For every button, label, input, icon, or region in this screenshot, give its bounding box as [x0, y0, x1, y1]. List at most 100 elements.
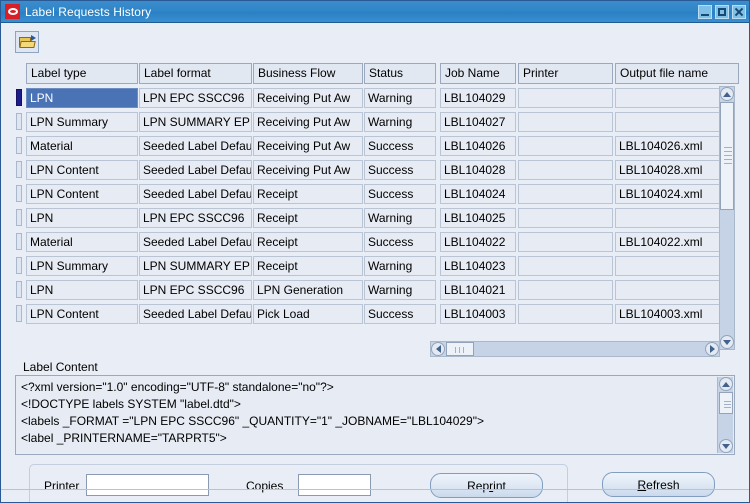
table-row[interactable]: LPN Summary LPN SUMMARY EP Receiving Put A… [15, 110, 735, 134]
cell-job-name[interactable]: LBL104025 [440, 208, 516, 228]
scroll-down-icon[interactable] [720, 335, 734, 349]
cell-label-format[interactable]: Seeded Label Defau [139, 160, 252, 180]
copies-input[interactable] [298, 474, 371, 496]
grid-vscroll-thumb[interactable] [720, 102, 734, 210]
label-content-scrollbar[interactable] [717, 377, 733, 453]
cell-status[interactable]: Success [364, 184, 436, 204]
minimize-icon[interactable] [698, 4, 712, 19]
column-header-printer[interactable]: Printer [518, 63, 613, 84]
cell-job-name[interactable]: LBL104028 [440, 160, 516, 180]
cell-label-format[interactable]: Seeded Label Defau [139, 136, 252, 156]
cell-printer[interactable] [518, 88, 613, 108]
row-selector[interactable] [16, 161, 22, 178]
column-header-output-file-name[interactable]: Output file name [615, 63, 739, 84]
cell-label-type[interactable]: Material [26, 136, 138, 156]
cell-printer[interactable] [518, 136, 613, 156]
row-selector[interactable] [16, 233, 22, 250]
cell-status[interactable]: Success [364, 304, 436, 324]
cell-printer[interactable] [518, 208, 613, 228]
row-selector[interactable] [16, 137, 22, 154]
column-header-status[interactable]: Status [364, 63, 436, 84]
cell-output-file-name[interactable] [615, 112, 735, 132]
cell-label-format[interactable]: LPN EPC SSCC96 [139, 88, 252, 108]
cell-label-format[interactable]: LPN EPC SSCC96 [139, 280, 252, 300]
cell-business-flow[interactable]: Receipt [253, 232, 363, 252]
table-row[interactable]: LPN LPN EPC SSCC96 LPN Generation Warning LB… [15, 278, 735, 302]
reprint-button[interactable]: Rep r int [430, 473, 543, 498]
cell-label-format[interactable]: Seeded Label Defau [139, 304, 252, 324]
cell-output-file-name[interactable] [615, 256, 735, 276]
cell-status[interactable]: Warning [364, 280, 436, 300]
cell-printer[interactable] [518, 256, 613, 276]
cell-label-format[interactable]: LPN SUMMARY EP [139, 112, 252, 132]
cell-label-type[interactable]: Material [26, 232, 138, 252]
cell-output-file-name[interactable] [615, 88, 735, 108]
cell-label-type[interactable]: LPN Content [26, 184, 138, 204]
grid-horizontal-scrollbar[interactable] [430, 341, 720, 357]
cell-status[interactable]: Success [364, 136, 436, 156]
cell-printer[interactable] [518, 184, 613, 204]
cell-status[interactable]: Success [364, 160, 436, 180]
cell-label-format[interactable]: LPN SUMMARY EP [139, 256, 252, 276]
cell-output-file-name[interactable]: LBL104026.xml [615, 136, 735, 156]
column-header-business-flow[interactable]: Business Flow [253, 63, 363, 84]
cell-label-type[interactable]: LPN [26, 88, 138, 108]
table-row[interactable]: LPN Summary LPN SUMMARY EP Receipt Warning L… [15, 254, 735, 278]
table-row[interactable]: Material Seeded Label Defau Receiving Put … [15, 134, 735, 158]
table-row[interactable]: Material Seeded Label Defau Receipt Success… [15, 230, 735, 254]
refresh-button[interactable]: Refresh [602, 472, 715, 497]
cell-output-file-name[interactable]: LBL104022.xml [615, 232, 735, 252]
grid-vertical-scrollbar[interactable] [719, 86, 735, 350]
cell-business-flow[interactable]: LPN Generation [253, 280, 363, 300]
table-row[interactable]: LPN LPN EPC SSCC96 Receipt Warning LBL104025 [15, 206, 735, 230]
cell-business-flow[interactable]: Receipt [253, 184, 363, 204]
cell-status[interactable]: Warning [364, 112, 436, 132]
cell-label-type[interactable]: LPN Summary [26, 256, 138, 276]
row-selector[interactable] [16, 281, 22, 298]
printer-input[interactable] [86, 474, 209, 496]
row-selector[interactable] [16, 305, 22, 322]
maximize-icon[interactable] [715, 4, 729, 19]
label-content-scroll-thumb[interactable] [719, 392, 733, 414]
cell-job-name[interactable]: LBL104003 [440, 304, 516, 324]
cell-business-flow[interactable]: Receiving Put Aw [253, 112, 363, 132]
table-row[interactable]: LPN Content Seeded Label Defau Receipt Succ… [15, 182, 735, 206]
cell-job-name[interactable]: LBL104029 [440, 88, 516, 108]
cell-label-type[interactable]: LPN [26, 208, 138, 228]
cell-label-type[interactable]: LPN Content [26, 160, 138, 180]
cell-job-name[interactable]: LBL104024 [440, 184, 516, 204]
content-scroll-down-icon[interactable] [719, 439, 733, 453]
cell-label-type[interactable]: LPN Content [26, 304, 138, 324]
column-header-label-type[interactable]: Label type [26, 63, 138, 84]
row-selector[interactable] [16, 89, 22, 106]
cell-output-file-name[interactable]: LBL104028.xml [615, 160, 735, 180]
cell-business-flow[interactable]: Receipt [253, 208, 363, 228]
scroll-left-icon[interactable] [431, 342, 445, 356]
cell-label-type[interactable]: LPN [26, 280, 138, 300]
cell-job-name[interactable]: LBL104021 [440, 280, 516, 300]
cell-status[interactable]: Warning [364, 208, 436, 228]
cell-printer[interactable] [518, 232, 613, 252]
open-folder-button[interactable] [15, 31, 39, 53]
cell-output-file-name[interactable] [615, 280, 735, 300]
cell-label-format[interactable]: LPN EPC SSCC96 [139, 208, 252, 228]
row-selector[interactable] [16, 257, 22, 274]
cell-job-name[interactable]: LBL104022 [440, 232, 516, 252]
cell-job-name[interactable]: LBL104027 [440, 112, 516, 132]
column-header-label-format[interactable]: Label format [139, 63, 252, 84]
cell-label-format[interactable]: Seeded Label Defau [139, 232, 252, 252]
cell-printer[interactable] [518, 112, 613, 132]
cell-printer[interactable] [518, 280, 613, 300]
row-selector[interactable] [16, 185, 22, 202]
table-row[interactable]: LPN Content Seeded Label Defau Pick Load Su… [15, 302, 735, 326]
scroll-up-icon[interactable] [720, 87, 734, 101]
table-row[interactable]: LPN Content Seeded Label Defau Receiving P… [15, 158, 735, 182]
cell-printer[interactable] [518, 304, 613, 324]
row-selector[interactable] [16, 113, 22, 130]
table-row[interactable]: LPN LPN EPC SSCC96 Receiving Put Aw Warning… [15, 86, 735, 110]
label-content-box[interactable]: <?xml version="1.0" encoding="UTF-8" sta… [15, 375, 735, 455]
close-icon[interactable] [732, 4, 746, 19]
cell-job-name[interactable]: LBL104023 [440, 256, 516, 276]
cell-status[interactable]: Warning [364, 88, 436, 108]
cell-business-flow[interactable]: Pick Load [253, 304, 363, 324]
